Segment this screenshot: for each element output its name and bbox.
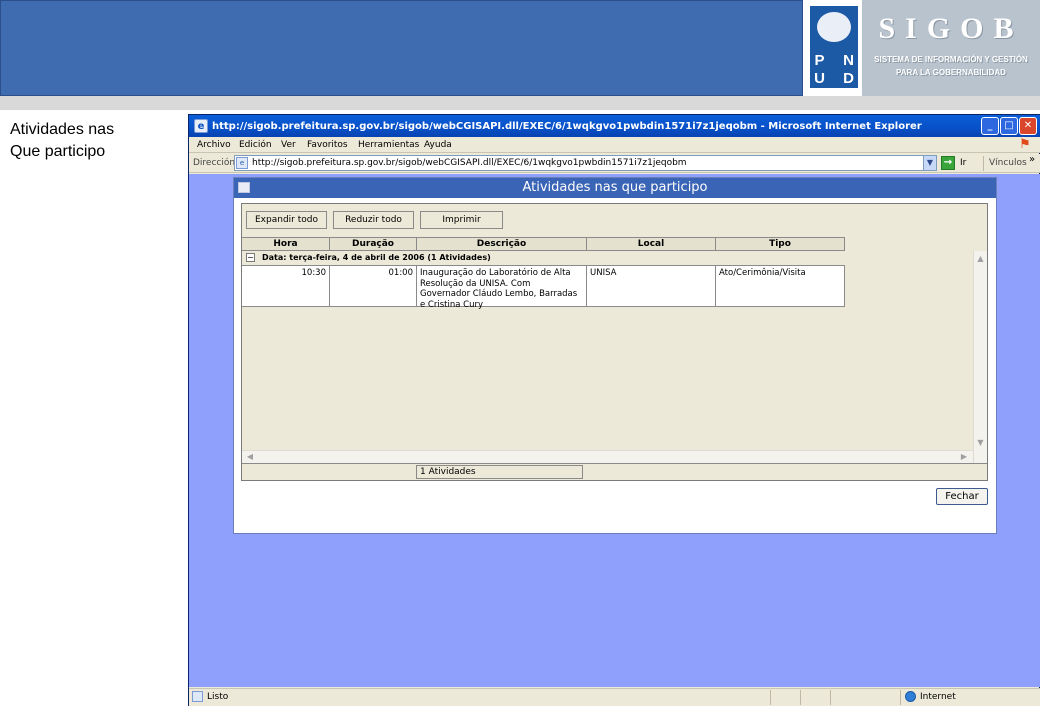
slide-caption-line: Que participo [10,143,106,160]
page-icon: e [236,157,248,169]
status-text: Listo [207,692,229,702]
sigob-subtitle: PARA LA GOBERNABILIDAD [896,68,1006,77]
column-header-duracao[interactable]: Duração [330,237,417,251]
maximize-button[interactable]: □ [1000,117,1018,135]
links-more-button[interactable]: » [1029,154,1035,166]
pnud-letter: N [843,52,854,69]
close-button[interactable]: Fechar [936,488,988,505]
status-separator [770,690,771,705]
cell-descricao[interactable]: Inauguração do Laboratório de Alta Resol… [417,265,587,310]
expand-all-button[interactable]: Expandir todo [246,211,327,229]
links-button[interactable]: Vínculos [989,157,1027,169]
ie-page-icon: e [194,119,208,133]
print-button[interactable]: Imprimir [420,211,503,229]
vertical-scrollbar[interactable] [973,251,987,463]
page-status-icon [192,691,203,702]
collapse-all-button[interactable]: Reduzir todo [333,211,414,229]
menu-herramientas[interactable]: Herramientas [358,138,419,152]
go-button[interactable]: Ir [960,157,966,169]
banner-divider [0,96,1040,110]
status-separator [800,690,801,705]
cell-local[interactable]: UNISA [587,265,716,307]
pnud-letter: P [814,52,825,69]
dialog-title: Atividades nas que participo [522,180,708,195]
column-header-descricao[interactable]: Descrição [417,237,587,251]
cell-duracao[interactable]: 01:00 [330,265,417,307]
internet-zone-icon [905,691,916,702]
cell-hora[interactable]: 10:30 [242,265,330,307]
slide-caption-line: Atividades nas [10,121,115,138]
menu-archivo[interactable]: Archivo [197,138,231,152]
menu-favoritos[interactable]: Favoritos [307,138,348,152]
un-emblem-icon [815,10,853,44]
address-label: Dirección [193,158,236,168]
menu-ver[interactable]: Ver [281,138,296,152]
column-header-local[interactable]: Local [587,237,716,251]
scroll-left-icon[interactable]: ◀ [244,451,256,463]
column-header-hora[interactable]: Hora [242,237,330,251]
address-input[interactable]: http://sigob.prefeitura.sp.gov.br/sigob/… [234,155,924,171]
menu-edicion[interactable]: Edición [239,138,272,152]
horizontal-scrollbar[interactable] [242,450,973,463]
column-header-tipo[interactable]: Tipo [716,237,845,251]
pnud-letter: D [843,70,854,87]
browser-window-title: http://sigob.prefeitura.sp.gov.br/sigob/… [212,121,922,132]
address-dropdown-button[interactable]: ▼ [923,155,937,171]
activities-count: 1 Atividades [416,465,583,479]
status-separator [830,690,831,705]
scroll-down-icon[interactable]: ▼ [974,436,987,449]
menu-ayuda[interactable]: Ayuda [424,138,452,152]
collapse-group-icon[interactable]: − [246,253,255,262]
cell-tipo[interactable]: Ato/Cerimônia/Visita [716,265,845,307]
close-window-button[interactable]: ✕ [1019,117,1037,135]
top-banner [0,0,803,96]
date-group-label: Data: terça-feira, 4 de abril de 2006 (1… [262,253,491,262]
status-separator [900,690,901,705]
scroll-right-icon[interactable]: ▶ [958,451,970,463]
scroll-up-icon[interactable]: ▲ [974,252,987,265]
slide-caption: Atividades nas Que participo [10,119,180,163]
sigob-title: SIGOB [878,12,1024,45]
minimize-button[interactable]: _ [981,117,999,135]
pnud-letter: U [814,70,825,87]
toolbar-separator [983,156,984,171]
sigob-subtitle: SISTEMA DE INFORMACIÓN Y GESTIÓN [874,55,1028,64]
windows-flag-icon: ⚑ [1019,137,1031,152]
internet-zone-label: Internet [920,692,956,702]
go-arrow-icon[interactable]: → [941,156,955,170]
grid-footer [242,463,987,480]
